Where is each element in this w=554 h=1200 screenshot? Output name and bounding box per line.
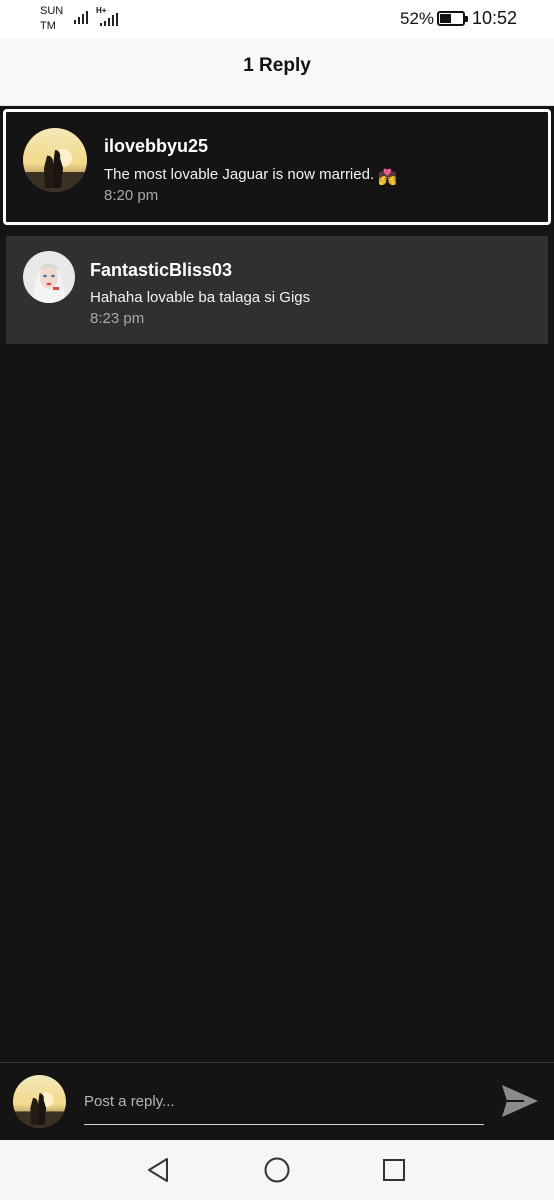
reply-card[interactable]: FantasticBliss03 Hahaha lovable ba talag… [6, 236, 548, 344]
comment-text: The most lovable Jaguar is now married. 💏 [104, 166, 397, 186]
carrier-label: SUN TM [40, 5, 64, 32]
status-bar: SUN TM H+ 52% 10:52 [0, 0, 554, 38]
reply-input[interactable] [84, 1089, 484, 1125]
avatar[interactable] [23, 251, 75, 303]
signal-icon [100, 12, 118, 26]
back-button[interactable] [145, 1156, 173, 1184]
reply-composer [0, 1062, 554, 1140]
recent-square-icon [383, 1159, 405, 1181]
reply-text: Hahaha lovable ba talaga si Gigs [90, 289, 311, 306]
avatar [13, 1075, 66, 1128]
battery-percent: 52% [400, 9, 435, 28]
original-comment-card[interactable]: ilovebbyu25 The most lovable Jaguar is n… [3, 109, 551, 225]
back-triangle-icon [148, 1158, 168, 1182]
avatar-photo [23, 251, 75, 303]
send-button[interactable] [500, 1083, 540, 1119]
reply-timestamp: 8:23 pm [90, 310, 145, 327]
avatar-photo [23, 128, 87, 192]
avatar[interactable] [23, 128, 87, 192]
recent-apps-button[interactable] [380, 1156, 408, 1184]
replies-header: 1 Reply [0, 38, 554, 106]
home-circle-icon [264, 1157, 290, 1183]
send-icon [502, 1085, 538, 1117]
comment-timestamp: 8:20 pm [104, 187, 159, 204]
comment-username[interactable]: ilovebbyu25 [104, 136, 208, 157]
avatar-photo [13, 1075, 66, 1128]
system-nav-bar [0, 1140, 554, 1200]
page-title: 1 Reply [243, 55, 311, 76]
battery-icon [437, 11, 468, 26]
status-clock: 10:52 [472, 8, 518, 28]
signal-icon [74, 10, 88, 24]
home-button[interactable] [263, 1156, 291, 1184]
couple-emoji: 💏 [378, 169, 397, 186]
reply-username[interactable]: FantasticBliss03 [90, 260, 232, 281]
